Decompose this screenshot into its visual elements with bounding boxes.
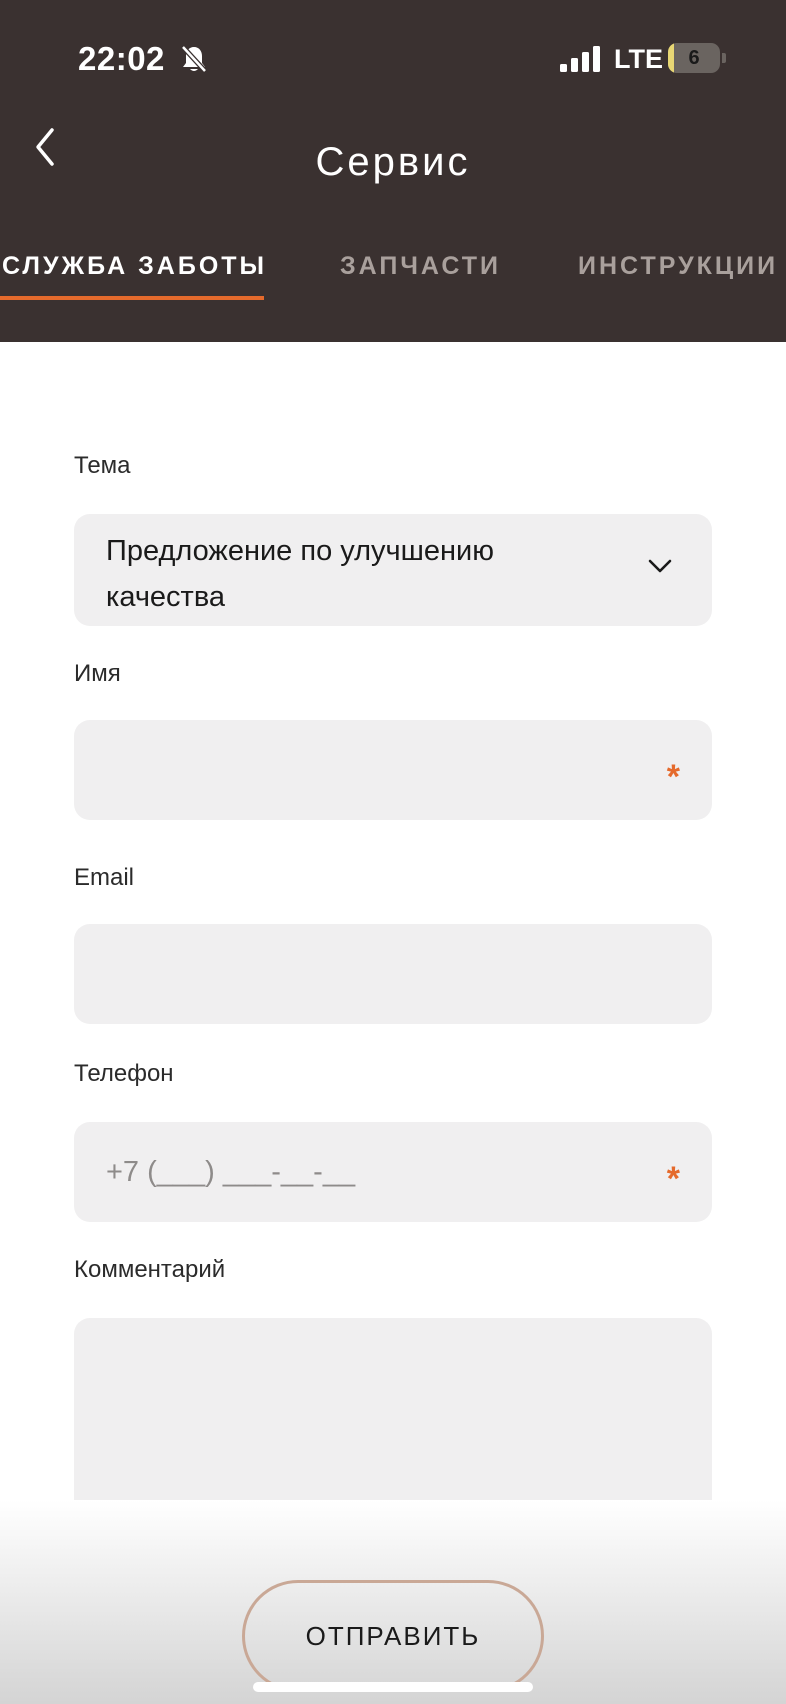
active-tab-indicator [0, 296, 264, 300]
status-bar: 22:02 LTE 6 [0, 0, 786, 116]
email-label: Email [74, 864, 135, 891]
topic-label: Тема [74, 452, 131, 479]
tab-spare-parts[interactable]: ЗАПЧАСТИ [340, 252, 501, 281]
topic-select[interactable]: Предложение по улучшению качества [74, 514, 712, 626]
phone-required-mark: * [666, 1160, 680, 1198]
chevron-down-icon [648, 559, 672, 573]
name-label: Имя [74, 660, 121, 687]
topic-selected-value: Предложение по улучшению качества [106, 535, 495, 613]
signal-bars-icon [560, 46, 600, 72]
phone-placeholder: +7 (___) ___-__-__ [106, 1156, 356, 1188]
email-field[interactable] [74, 924, 712, 1024]
submit-button[interactable]: ОТПРАВИТЬ [242, 1580, 544, 1692]
comment-label: Комментарий [74, 1256, 226, 1283]
page-title: Сервис [315, 140, 471, 184]
tab-customer-care[interactable]: СЛУЖБА ЗАБОТЫ [2, 252, 267, 281]
phone-field[interactable]: +7 (___) ___-__-__ * [74, 1122, 712, 1222]
tab-bar: СЛУЖБА ЗАБОТЫ ЗАПЧАСТИ ИНСТРУКЦИИ [0, 252, 786, 302]
bell-slash-icon [181, 45, 207, 73]
comment-textarea[interactable] [74, 1318, 712, 1518]
status-time: 22:02 [78, 40, 165, 77]
battery-icon: 6 [668, 43, 726, 73]
phone-label: Телефон [74, 1060, 174, 1087]
name-required-mark: * [666, 758, 680, 796]
home-indicator [253, 1682, 533, 1692]
network-type: LTE [614, 44, 663, 74]
battery-level: 6 [688, 47, 700, 69]
app-header: 22:02 LTE 6 Сервис СЛУЖБА ЗАБОТЫ ЗАПЧАСТ… [0, 0, 786, 342]
name-field[interactable]: * [74, 720, 712, 820]
tab-instructions[interactable]: ИНСТРУКЦИИ [578, 252, 778, 281]
